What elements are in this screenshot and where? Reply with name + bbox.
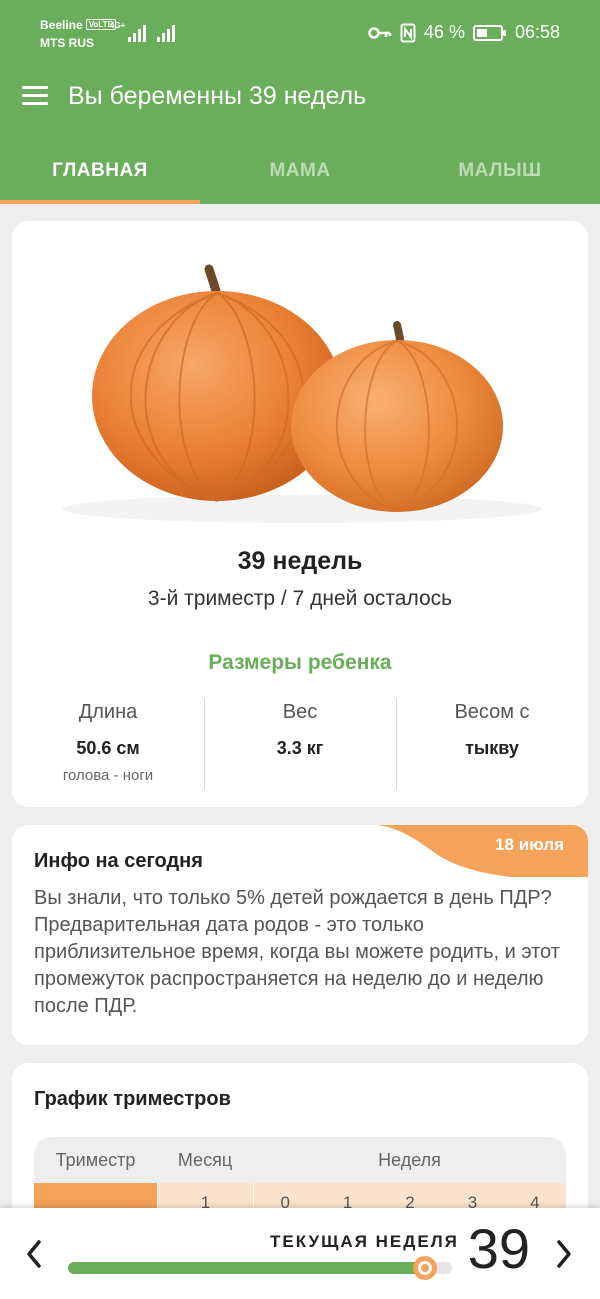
stat-weight: Вес 3.3 кг [204,699,396,791]
pumpkin-image [62,264,542,523]
baby-stats: Длина 50.6 см голова - ноги Вес 3.3 кг В… [12,699,588,791]
page-title: Вы беременны 39 недель [68,82,367,110]
header-month: Месяц [177,1149,233,1170]
info-title: Инфо на сегодня [34,850,203,872]
stat-value: 50.6 см [76,738,140,758]
key-icon [368,26,392,39]
info-body: Вы знали, что только 5% детей рождается … [34,887,560,1017]
info-card: 18 июля Инфо на сегодня Вы знали, что то… [12,825,588,1045]
info-date: 18 июля [495,835,564,854]
tab-bar: ГЛАВНАЯ МАМА МАЛЫШ [0,140,600,204]
progress-fill [68,1262,426,1274]
chevron-right-icon[interactable] [552,1238,576,1270]
network-type: 4G+ [110,21,126,30]
stat-label: Вес [282,701,318,723]
nfc-icon [400,23,416,42]
chevron-left-icon[interactable] [22,1238,46,1270]
status-right: 46 % 06:58 [368,22,560,43]
battery-percent: 46 % [423,22,465,42]
carrier-2: MTS RUS [40,36,94,50]
carrier-1: Beeline VoLTE [40,18,116,32]
progress-knob[interactable] [413,1256,438,1280]
baby-sizes-title: Размеры ребенка [208,651,392,674]
signal-icon [128,22,146,42]
trimester-days-left: 3-й триместр / 7 дней осталось [147,587,453,610]
stat-value: 3.3 кг [276,738,324,758]
table-header: Триместр Месяц Неделя [34,1137,566,1183]
week-title: 39 недель [237,547,363,575]
status-bar: Beeline VoLTE MTS RUS 4G+ 46 % 06:58 [0,0,600,66]
battery-icon [472,24,506,41]
carrier-1-label: Beeline [40,18,83,32]
signal-icon [157,22,175,42]
stat-label: Весом с [454,701,530,723]
current-week-number: 39 [467,1217,530,1280]
week-progress-slider[interactable] [68,1256,452,1280]
stat-length: Длина 50.6 см голова - ноги [12,699,204,791]
current-week-label: ТЕКУЩАЯ НЕДЕЛЯ [270,1232,459,1251]
stat-label: Длина [78,701,138,723]
app-bar: Вы беременны 39 недель [0,66,600,128]
stat-value: тыкву [465,738,519,758]
stat-size-compare: Весом с тыкву [396,699,588,791]
header-trimester: Триместр [55,1149,136,1170]
stat-sub: голова - ноги [62,767,154,784]
clock: 06:58 [514,22,560,42]
tab-mom[interactable]: МАМА [200,140,400,204]
schedule-title: График триместров [34,1088,231,1110]
header-week: Неделя [378,1149,441,1170]
tab-main[interactable]: ГЛАВНАЯ [0,140,200,204]
week-navigator: ТЕКУЩАЯ НЕДЕЛЯ 39 [0,1208,600,1299]
top-bar: Beeline VoLTE MTS RUS 4G+ 46 % 06:58 Вы … [0,0,600,204]
menu-icon[interactable] [22,86,48,106]
week-card: 39 недель 3-й триместр / 7 дней осталось… [12,221,588,807]
tab-baby[interactable]: МАЛЫШ [400,140,600,204]
